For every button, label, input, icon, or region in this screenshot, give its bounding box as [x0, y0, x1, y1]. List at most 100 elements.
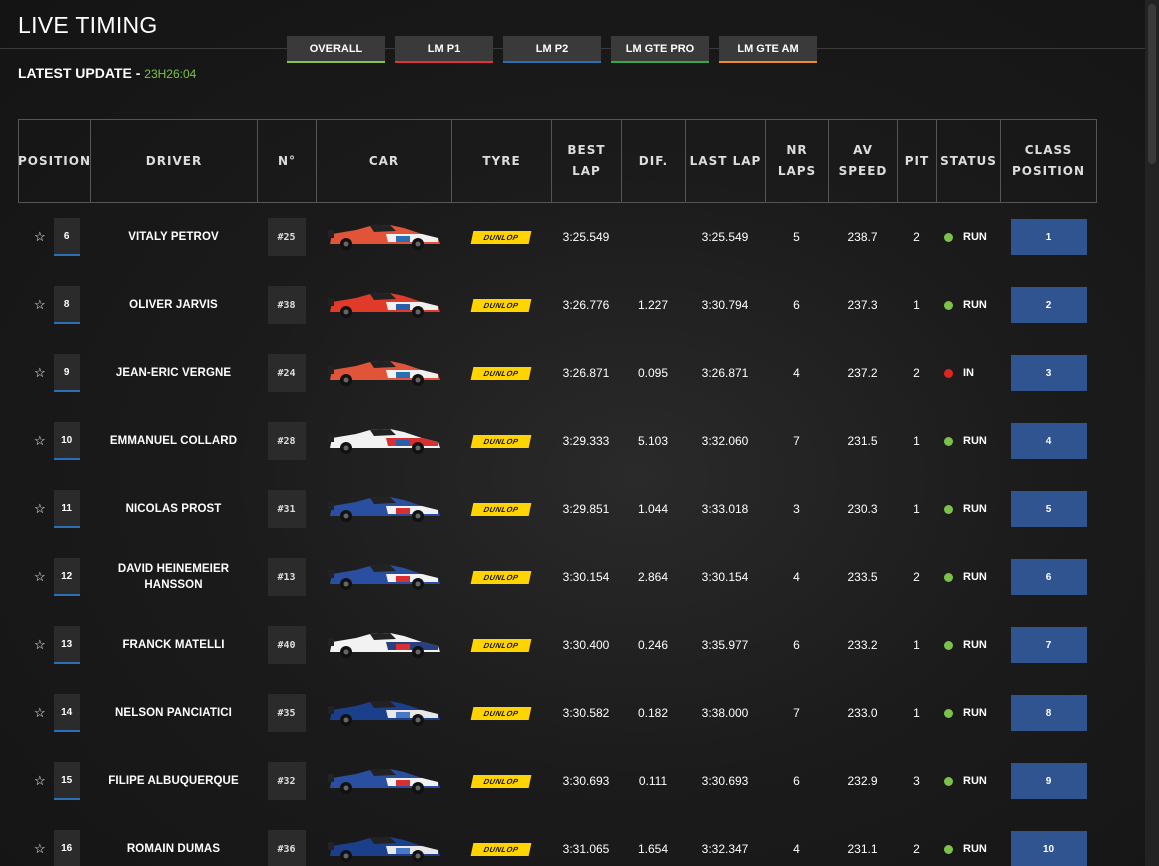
driver-cell: VITALY PETROV [90, 229, 257, 245]
tyre-brand-logo: DUNLOP [470, 842, 532, 856]
class-filter-tabs: OVERALL LM P1 LM P2 LM GTE PRO LM GTE AM [287, 36, 827, 63]
tyre-brand-logo: DUNLOP [470, 774, 532, 788]
driver-name[interactable]: JEAN-ERIC VERGNE [116, 365, 231, 381]
favorite-star-icon[interactable]: ☆ [34, 433, 46, 449]
favorite-star-icon[interactable]: ☆ [34, 297, 46, 313]
class-position-cell: 8 [1000, 695, 1097, 731]
class-position-badge[interactable]: 2 [1010, 287, 1087, 323]
favorite-star-icon[interactable]: ☆ [34, 705, 46, 721]
table-row[interactable]: ☆ 9 JEAN-ERIC VERGNE #24 DUNLOP 3:26.871… [18, 339, 1097, 407]
class-position-cell: 9 [1000, 763, 1097, 799]
class-position-badge[interactable]: 10 [1010, 831, 1087, 866]
car-number: #25 [267, 218, 306, 256]
col-position[interactable]: POSITION [18, 120, 91, 202]
gap-dif: 0.111 [638, 774, 668, 788]
table-row[interactable]: ☆ 8 OLIVER JARVIS #38 DUNLOP 3:26.776 1.… [18, 271, 1097, 339]
col-last-lap[interactable]: LAST LAP [686, 120, 766, 202]
table-row[interactable]: ☆ 13 FRANCK MATELLI #40 DUNLOP 3:30.400 … [18, 611, 1097, 679]
col-best-lap[interactable]: BEST LAP [552, 120, 622, 202]
number-cell: #25 [257, 218, 316, 256]
table-row[interactable]: ☆ 6 VITALY PETROV #25 DUNLOP 3:25.549 3:… [18, 203, 1097, 271]
favorite-star-icon[interactable]: ☆ [34, 841, 46, 857]
car-number: #31 [267, 490, 306, 528]
tab-overall[interactable]: OVERALL [287, 36, 385, 63]
table-row[interactable]: ☆ 15 FILIPE ALBUQUERQUE #32 DUNLOP 3:30.… [18, 747, 1097, 815]
nr-laps: 4 [793, 570, 800, 584]
table-row[interactable]: ☆ 10 EMMANUEL COLLARD #28 DUNLOP 3:29.33… [18, 407, 1097, 475]
col-driver[interactable]: DRIVER [91, 120, 258, 202]
class-position-badge[interactable]: 6 [1010, 559, 1087, 595]
tab-lm-gte-pro[interactable]: LM GTE PRO [611, 36, 709, 63]
col-nr-laps[interactable]: NR LAPS [766, 120, 829, 202]
tab-lm-gte-am[interactable]: LM GTE AM [719, 36, 817, 63]
driver-name[interactable]: NELSON PANCIATICI [115, 705, 232, 721]
col-tyre[interactable]: TYRE [452, 120, 552, 202]
number-cell: #28 [257, 422, 316, 460]
class-position-badge[interactable]: 1 [1010, 219, 1087, 255]
tyre-cell: DUNLOP [451, 842, 551, 856]
last-lap: 3:26.871 [701, 366, 749, 380]
favorite-star-icon[interactable]: ☆ [34, 229, 46, 245]
latest-update-label: LATEST UPDATE - [18, 65, 145, 81]
tyre-brand-logo: DUNLOP [470, 298, 532, 312]
driver-name[interactable]: EMMANUEL COLLARD [110, 433, 237, 449]
driver-name[interactable]: DAVID HEINEMEIER HANSSON [90, 561, 257, 593]
col-class-position[interactable]: CLASS POSITION [1001, 120, 1096, 202]
driver-name[interactable]: ROMAIN DUMAS [127, 841, 220, 857]
favorite-star-icon[interactable]: ☆ [34, 365, 46, 381]
number-cell: #31 [257, 490, 316, 528]
tab-lm-p2[interactable]: LM P2 [503, 36, 601, 63]
av-speed: 231.5 [847, 434, 878, 448]
car-number: #35 [267, 694, 306, 732]
driver-name[interactable]: VITALY PETROV [128, 229, 219, 245]
position-badge: 12 [53, 558, 80, 596]
car-livery-icon [327, 429, 440, 454]
col-number[interactable]: N° [258, 120, 317, 202]
page-scrollbar[interactable] [1145, 0, 1159, 866]
favorite-star-icon[interactable]: ☆ [34, 569, 46, 585]
class-position-cell: 6 [1000, 559, 1097, 595]
av-speed: 233.2 [847, 638, 878, 652]
car-cell [316, 494, 451, 524]
class-position-badge[interactable]: 4 [1010, 423, 1087, 459]
position-cell: ☆ 16 [18, 830, 90, 866]
class-position-badge[interactable]: 9 [1010, 763, 1087, 799]
table-row[interactable]: ☆ 12 DAVID HEINEMEIER HANSSON #13 DUNLOP… [18, 543, 1097, 611]
class-position-badge[interactable]: 3 [1010, 355, 1087, 391]
tab-lm-p1[interactable]: LM P1 [395, 36, 493, 63]
favorite-star-icon[interactable]: ☆ [34, 501, 46, 517]
car-livery-icon [327, 497, 440, 522]
col-pit[interactable]: PIT [898, 120, 937, 202]
driver-name[interactable]: OLIVER JARVIS [129, 297, 218, 313]
table-row[interactable]: ☆ 16 ROMAIN DUMAS #36 DUNLOP 3:31.065 1.… [18, 815, 1097, 866]
col-car[interactable]: CAR [317, 120, 452, 202]
tyre-cell: DUNLOP [451, 366, 551, 380]
driver-name[interactable]: FRANCK MATELLI [122, 637, 224, 653]
number-cell: #32 [257, 762, 316, 800]
car-cell [316, 766, 451, 796]
favorite-star-icon[interactable]: ☆ [34, 773, 46, 789]
position-cell: ☆ 12 [18, 558, 90, 596]
driver-name[interactable]: FILIPE ALBUQUERQUE [108, 773, 238, 789]
status-text: IN [963, 367, 974, 379]
nr-laps: 4 [793, 366, 800, 380]
driver-name[interactable]: NICOLAS PROST [126, 501, 222, 517]
tyre-brand-logo: DUNLOP [470, 366, 532, 380]
pit-count: 3 [913, 774, 920, 788]
scrollbar-thumb[interactable] [1148, 4, 1156, 164]
class-position-badge[interactable]: 8 [1010, 695, 1087, 731]
page-title: LIVE TIMING [18, 12, 158, 38]
class-position-badge[interactable]: 5 [1010, 491, 1087, 527]
class-position-badge[interactable]: 7 [1010, 627, 1087, 663]
table-row[interactable]: ☆ 11 NICOLAS PROST #31 DUNLOP 3:29.851 1… [18, 475, 1097, 543]
position-badge: 9 [53, 354, 80, 392]
table-row[interactable]: ☆ 14 NELSON PANCIATICI #35 DUNLOP 3:30.5… [18, 679, 1097, 747]
favorite-star-icon[interactable]: ☆ [34, 637, 46, 653]
status-dot-icon [944, 232, 953, 242]
car-number: #38 [267, 286, 306, 324]
col-status[interactable]: STATUS [937, 120, 1001, 202]
status-text: RUN [963, 231, 987, 243]
col-dif[interactable]: DIF. [622, 120, 686, 202]
best-lap: 3:29.851 [562, 502, 610, 516]
col-av-speed[interactable]: AV SPEED [829, 120, 898, 202]
